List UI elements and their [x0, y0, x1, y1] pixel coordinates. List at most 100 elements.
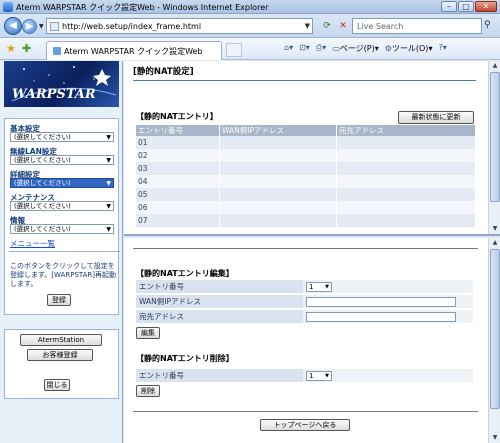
- nat-entries-table: エントリ番号 WAN側IPアドレス 宛先アドレス 01 02 03 04 05 …: [136, 125, 475, 227]
- dest-input[interactable]: [306, 312, 456, 322]
- info-select[interactable]: (選択してください) ▼: [10, 224, 114, 234]
- url-dropdown-icon[interactable]: ▼: [305, 22, 310, 30]
- wan-ip-cell: [220, 149, 337, 162]
- window-title: Aterm WARPSTAR クイック設定Web - Windows Inter…: [16, 3, 269, 12]
- dest-cell: [337, 188, 475, 201]
- column-header: エントリ番号: [136, 125, 220, 136]
- wan-ip-cell: [303, 295, 473, 309]
- entry-number-cell: 07: [136, 214, 220, 227]
- maximize-button[interactable]: □: [458, 1, 474, 12]
- table-row: 01: [136, 136, 475, 149]
- add-favorites-icon[interactable]: ✚: [22, 42, 31, 55]
- delete-entry-select[interactable]: 1 ▼: [306, 371, 332, 381]
- entry-number-cell: 03: [136, 162, 220, 175]
- delete-entry-number-label: エントリ番号: [136, 369, 303, 383]
- edit-button[interactable]: 編集: [136, 327, 160, 339]
- scroll-thumb[interactable]: [490, 72, 500, 202]
- home-icon[interactable]: ⌂▾: [284, 43, 293, 54]
- scroll-down-icon[interactable]: ▼: [489, 433, 500, 443]
- scroll-down-icon[interactable]: ▼: [489, 224, 500, 234]
- feeds-icon[interactable]: ⊡▾: [299, 43, 310, 54]
- wan-ip-cell: [220, 162, 337, 175]
- table-header: エントリ番号 WAN側IPアドレス 宛先アドレス: [136, 125, 475, 136]
- dest-cell: [337, 201, 475, 214]
- scroll-thumb[interactable]: [490, 249, 500, 409]
- back-button[interactable]: ◀: [4, 17, 22, 35]
- delete-heading: 【静的NATエントリ削除】: [136, 354, 234, 363]
- wan-ip-cell: [220, 201, 337, 214]
- table-body: 01 02 03 04 05 06 07: [136, 136, 475, 227]
- close-window-button[interactable]: ✕: [475, 1, 497, 12]
- page-menu[interactable]: ▭ページ(P)▾: [332, 43, 378, 54]
- entry-number-cell: 04: [136, 175, 220, 188]
- left-frame: WARPSTAR 基本設定 (選択してください) ▼ 無線LAN設定 (選択してく…: [0, 61, 123, 443]
- wireless-settings-select[interactable]: (選択してください) ▼: [10, 155, 114, 165]
- wan-ip-cell: [220, 214, 337, 227]
- edit-wan-ip-row: WAN側IPアドレス: [136, 295, 473, 309]
- bottom-frame-scrollbar[interactable]: ▲ ▼: [488, 238, 500, 443]
- table-row: 07: [136, 214, 475, 227]
- delete-button[interactable]: 削除: [136, 385, 160, 397]
- entry-number-cell: 02: [136, 149, 220, 162]
- window-controls: – □ ✕: [441, 1, 497, 12]
- dest-cell: [337, 214, 475, 227]
- column-header: WAN側IPアドレス: [220, 125, 337, 136]
- menu-list-link[interactable]: メニュー一覧: [10, 238, 55, 249]
- url-text: http://web.setup/index_frame.html: [62, 22, 202, 31]
- register-button[interactable]: 登録: [47, 294, 71, 306]
- stop-icon[interactable]: ✕: [336, 19, 350, 33]
- advanced-settings-select[interactable]: (選択してください) ▼: [10, 178, 114, 188]
- scroll-up-icon[interactable]: ▲: [489, 238, 500, 248]
- edit-heading: 【静的NATエントリ編集】: [136, 269, 234, 278]
- scroll-up-icon[interactable]: ▲: [489, 61, 500, 71]
- new-tab-button[interactable]: [226, 43, 242, 57]
- refresh-status-button[interactable]: 最新状態に更新: [398, 111, 474, 124]
- atermstation-button[interactable]: AtermStation: [20, 334, 102, 346]
- print-icon[interactable]: ⎙▾: [316, 43, 326, 54]
- browser-tab[interactable]: Aterm WARPSTAR クイック設定Web: [46, 41, 222, 60]
- tools-menu[interactable]: ⚙ツール(O)▾: [385, 43, 433, 54]
- search-icon[interactable]: ⚲: [484, 20, 491, 30]
- logo-text: WARPSTAR: [12, 87, 96, 102]
- dest-cell: [337, 149, 475, 162]
- divider: [133, 248, 478, 249]
- entry-number-select[interactable]: 1 ▼: [306, 282, 332, 292]
- history-dropdown-icon[interactable]: ▼: [39, 23, 44, 30]
- table-row: 03: [136, 162, 475, 175]
- close-button[interactable]: 閉じる: [44, 379, 70, 391]
- search-placeholder: Live Search: [357, 22, 404, 31]
- basic-settings-select[interactable]: (選択してください) ▼: [10, 132, 114, 142]
- forward-button[interactable]: ▶: [22, 19, 37, 34]
- wan-ip-cell: [220, 175, 337, 188]
- url-field[interactable]: http://web.setup/index_frame.html ▼: [46, 18, 313, 34]
- maintenance-select[interactable]: (選択してください) ▼: [10, 201, 114, 211]
- top-page-button[interactable]: トップページへ戻る: [260, 419, 350, 431]
- divider: [9, 251, 120, 252]
- command-bar: ★ ✚ Aterm WARPSTAR クイック設定Web ⌂▾ ⊡▾ ⎙▾ ▭ペ…: [0, 38, 500, 60]
- dest-cell: [303, 310, 473, 324]
- wan-ip-cell: [220, 136, 337, 149]
- delete-entry-cell: 1 ▼: [303, 369, 473, 383]
- entries-heading: 【静的NATエントリ】: [136, 112, 218, 121]
- register-notice: このボタンをクリックして設定を登録します。[WARPSTAR]再起動します。: [10, 262, 117, 288]
- ie-icon: [3, 2, 13, 12]
- customer-registration-button[interactable]: お客様登録: [27, 349, 93, 361]
- minimize-button[interactable]: –: [441, 1, 457, 12]
- wan-ip-input[interactable]: [306, 297, 456, 307]
- column-header: 宛先アドレス: [339, 126, 384, 135]
- favorites-star-icon[interactable]: ★: [6, 42, 16, 55]
- title-bar: Aterm WARPSTAR クイック設定Web - Windows Inter…: [0, 0, 500, 14]
- top-frame-scrollbar[interactable]: ▲ ▼: [488, 61, 500, 234]
- refresh-icon[interactable]: ⟳: [320, 19, 334, 33]
- command-buttons: ⌂▾ ⊡▾ ⎙▾ ▭ページ(P)▾ ⚙ツール(O)▾ ?▾: [284, 43, 447, 54]
- edit-dest-row: 宛先アドレス: [136, 310, 473, 324]
- wan-ip-label: WAN側IPアドレス: [136, 295, 303, 309]
- address-bar: ◀ ▶ ▼ http://web.setup/index_frame.html …: [0, 14, 500, 38]
- tab-page-icon: [53, 47, 61, 55]
- table-row: 02: [136, 149, 475, 162]
- entry-number-label: エントリ番号: [136, 280, 303, 294]
- table-row: 04: [136, 175, 475, 188]
- dest-label: 宛先アドレス: [136, 310, 303, 324]
- search-input[interactable]: Live Search: [352, 18, 482, 34]
- help-icon[interactable]: ?▾: [438, 43, 446, 54]
